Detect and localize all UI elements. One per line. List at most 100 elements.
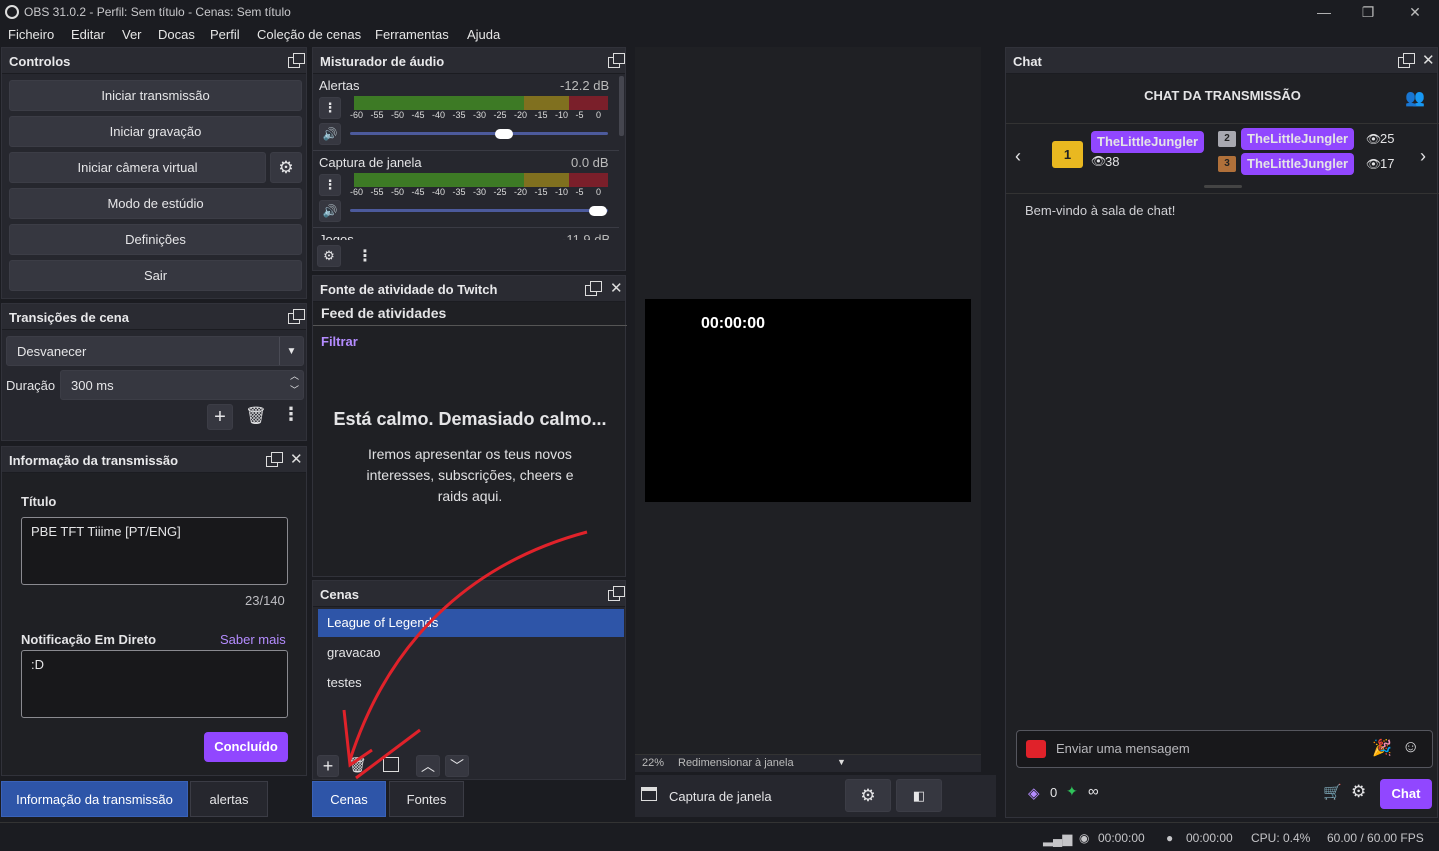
chat-send-button[interactable]: Chat	[1380, 779, 1432, 809]
points-icon: ◈	[1028, 785, 1040, 802]
exit-button[interactable]: Sair	[9, 260, 302, 291]
menu-profile[interactable]: Perfil	[210, 27, 240, 42]
duration-value: 300 ms	[71, 378, 114, 393]
speaker-icon[interactable]: 🔊	[319, 200, 341, 222]
volume-meter	[354, 96, 608, 110]
tab-stream-info[interactable]: Informação da transmissão	[1, 781, 188, 817]
gear-icon[interactable]: ⚙	[317, 245, 341, 267]
leader-name[interactable]: TheLittleJungler	[1241, 128, 1355, 150]
emoji-icon[interactable]: ☺	[1402, 737, 1419, 757]
users-icon[interactable]: 👥	[1405, 88, 1425, 108]
party-icon[interactable]: 🎉	[1372, 738, 1392, 758]
studio-mode-button[interactable]: Modo de estúdio	[9, 188, 302, 219]
leader-name[interactable]: TheLittleJungler	[1091, 131, 1205, 153]
notification-input[interactable]: :D	[21, 650, 288, 718]
scale-tick: -10	[555, 110, 569, 120]
menu-edit[interactable]: Editar	[71, 27, 105, 42]
undock-icon[interactable]	[608, 53, 625, 68]
scale-tick: -45	[411, 187, 425, 197]
gift-icon[interactable]: 🛒	[1323, 783, 1342, 801]
menu-tools[interactable]: Ferramentas	[375, 27, 449, 42]
close-button[interactable]: ✕	[1405, 2, 1425, 22]
scale-tick: -55	[370, 110, 384, 120]
undock-icon[interactable]	[288, 53, 305, 68]
volume-slider[interactable]	[350, 132, 608, 135]
preview-toolbar: 22% Redimensionar à janela ▼	[635, 754, 981, 772]
leader-name[interactable]: TheLittleJungler	[1241, 153, 1355, 175]
resize-select[interactable]: Redimensionar à janela	[678, 757, 794, 769]
volume-knob[interactable]	[589, 206, 607, 216]
transition-select[interactable]: Desvanecer ▼	[6, 336, 304, 366]
menu-help[interactable]: Ajuda	[467, 27, 500, 42]
chevron-left-icon[interactable]: ‹	[1015, 146, 1021, 167]
scale-tick: -10	[555, 187, 569, 197]
channel-db: 0.0 dB	[571, 155, 609, 170]
scrollbar[interactable]	[619, 76, 624, 136]
undock-icon[interactable]	[266, 452, 283, 467]
more-icon[interactable]: ⋮	[319, 97, 341, 119]
scale-tick: -5	[575, 187, 584, 197]
start-recording-button[interactable]: Iniciar gravação	[9, 116, 302, 147]
timer: 00:00:00	[701, 315, 766, 332]
close-icon[interactable]: ✕	[610, 279, 623, 297]
zoom-level[interactable]: 22%	[642, 757, 664, 769]
close-icon[interactable]: ✕	[1422, 51, 1435, 69]
chevron-down-icon[interactable]: ▼	[837, 757, 846, 767]
preview-area[interactable]: 00:00:00	[635, 47, 981, 755]
dock-title: Chat	[1013, 54, 1042, 69]
preview-canvas[interactable]: 00:00:00	[645, 299, 971, 502]
eye-icon: 👁	[1366, 157, 1382, 171]
undock-icon[interactable]	[288, 309, 305, 324]
filter-icon[interactable]: ◧	[896, 779, 942, 812]
chevron-right-icon[interactable]: ›	[1420, 146, 1426, 167]
done-button[interactable]: Concluído	[204, 732, 288, 762]
scale-tick: -20	[514, 187, 528, 197]
chat-input[interactable]: Enviar uma mensagem 🎉 ☺	[1016, 730, 1433, 768]
menu-file[interactable]: Ficheiro	[8, 27, 54, 42]
spin-icon[interactable]: ︿ ﹀	[290, 369, 299, 397]
more-icon[interactable]: ⋮	[282, 404, 300, 425]
minimize-button[interactable]: —	[1314, 2, 1334, 22]
duration-input[interactable]: 300 ms ︿ ﹀	[60, 370, 304, 400]
feed-title: Feed de atividades	[321, 305, 447, 321]
speaker-icon[interactable]: 🔊	[319, 123, 341, 145]
tab-alerts[interactable]: alertas	[190, 781, 268, 817]
undock-icon[interactable]	[1398, 53, 1415, 68]
volume-slider[interactable]	[350, 209, 608, 212]
gear-icon[interactable]: ⚙	[270, 152, 302, 183]
menu-scene-collection[interactable]: Coleção de cenas	[257, 27, 361, 42]
camera-icon	[1026, 740, 1046, 758]
menu-view[interactable]: Ver	[122, 27, 142, 42]
gear-icon[interactable]: ⚙	[845, 779, 891, 812]
more-icon[interactable]: ⋮	[357, 246, 373, 266]
more-icon[interactable]: ⋮	[319, 174, 341, 196]
learn-more-link[interactable]: Saber mais	[220, 632, 286, 647]
eye-icon: 👁	[1091, 154, 1107, 168]
bits-icon: ✦	[1066, 783, 1078, 799]
transitions-dock: Transições de cena Desvanecer ▼ Duração …	[1, 303, 307, 441]
volume-knob[interactable]	[495, 129, 513, 139]
leader-count: 17	[1380, 156, 1395, 171]
settings-button[interactable]: Definições	[9, 224, 302, 255]
scale-tick: -15	[534, 110, 548, 120]
start-stream-button[interactable]: Iniciar transmissão	[9, 80, 302, 111]
gear-icon[interactable]: ⚙	[1351, 782, 1366, 802]
maximize-button[interactable]: ❐	[1358, 2, 1378, 22]
filter-link[interactable]: Filtrar	[321, 334, 358, 349]
rank-badge: 1	[1052, 141, 1083, 168]
menu-bar: Ficheiro Editar Ver Docas Perfil Coleção…	[0, 24, 1439, 46]
welcome-message: Bem-vindo à sala de chat!	[1025, 203, 1176, 218]
close-icon[interactable]: ✕	[290, 450, 303, 468]
add-icon[interactable]: +	[207, 404, 233, 430]
start-virtualcam-button[interactable]: Iniciar câmera virtual	[9, 152, 266, 183]
record-icon: ●	[1166, 831, 1174, 845]
scale-tick: -50	[391, 110, 405, 120]
transition-value: Desvanecer	[17, 344, 87, 359]
undock-icon[interactable]	[585, 281, 602, 296]
trash-icon[interactable]: 🗑	[245, 406, 267, 426]
dock-title: Controlos	[9, 54, 71, 69]
volume-meter	[354, 173, 608, 187]
menu-docks[interactable]: Docas	[158, 27, 195, 42]
title-input[interactable]: PBE TFT Tiiime [PT/ENG]	[21, 517, 288, 585]
fps: 60.00 / 60.00 FPS	[1327, 831, 1424, 845]
